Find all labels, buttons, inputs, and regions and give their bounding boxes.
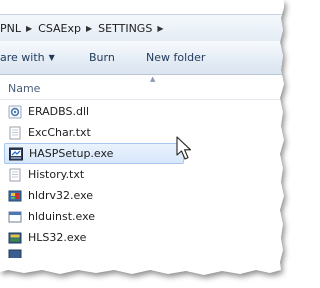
breadcrumb-label: SETTINGS [98,21,153,35]
list-item[interactable]: hlduinst.exe [0,206,284,227]
command-bar: are with ▼ Burn New folder [0,41,284,75]
share-with-label: are with [0,51,45,64]
chevron-right-icon[interactable]: ▶ [85,24,96,33]
sort-ascending-icon: ▲ [150,75,156,83]
burn-button[interactable]: Burn [89,51,115,64]
file-name: ExcChar.txt [28,126,91,139]
chevron-right-icon[interactable]: ▶ [156,24,167,33]
exe-icon [8,232,22,243]
mouse-pointer-icon [176,136,192,160]
breadcrumb-label: PNL [0,21,21,35]
explorer-window: PNL ▶ CSAExp ▶ SETTINGS ▶ are with ▼ Bur… [0,0,284,275]
chevron-right-icon[interactable]: ▶ [25,24,36,33]
new-folder-label: New folder [146,51,206,64]
list-item[interactable]: ERADBS.dll [0,101,284,122]
breadcrumb-item[interactable]: SETTINGS ▶ [96,22,167,35]
file-name: HASPSetup.exe [29,147,114,160]
list-item[interactable]: hldrv32.exe [0,185,284,206]
exe-icon [8,190,22,201]
file-name: hldrv32.exe [28,189,94,202]
list-item[interactable]: HLS32.exe [0,227,284,248]
list-item-partial [0,248,284,258]
exe-icon [8,249,22,258]
list-item[interactable]: ExcChar.txt [0,122,284,143]
column-header-name[interactable]: Name [8,82,40,95]
breadcrumb-item[interactable]: CSAExp ▶ [36,22,96,35]
list-item-selected[interactable]: HASPSetup.exe [4,143,184,164]
text-file-icon [9,126,21,139]
list-item[interactable]: History.txt [0,164,284,185]
setup-exe-icon [9,147,23,160]
chevron-down-icon: ▼ [48,53,55,62]
window-exe-icon [8,211,22,222]
text-file-icon [9,168,21,181]
burn-label: Burn [89,51,115,64]
dll-gear-icon [8,105,22,118]
file-name: History.txt [28,168,85,181]
breadcrumb-label: CSAExp [38,21,81,35]
file-name: ERADBS.dll [28,105,90,118]
file-list: ERADBS.dll ExcChar.txt HASPSetup.exe His… [0,101,284,258]
file-name: HLS32.exe [28,231,87,244]
share-with-button[interactable]: are with ▼ [0,51,55,64]
torn-paper-screenshot: PNL ▶ CSAExp ▶ SETTINGS ▶ are with ▼ Bur… [0,0,292,288]
column-header-bar: ▲ Name [0,75,284,100]
new-folder-button[interactable]: New folder [146,51,205,64]
address-bar[interactable]: PNL ▶ CSAExp ▶ SETTINGS ▶ [0,14,284,42]
file-name: hlduinst.exe [28,210,96,223]
breadcrumb-item[interactable]: PNL ▶ [0,22,36,35]
